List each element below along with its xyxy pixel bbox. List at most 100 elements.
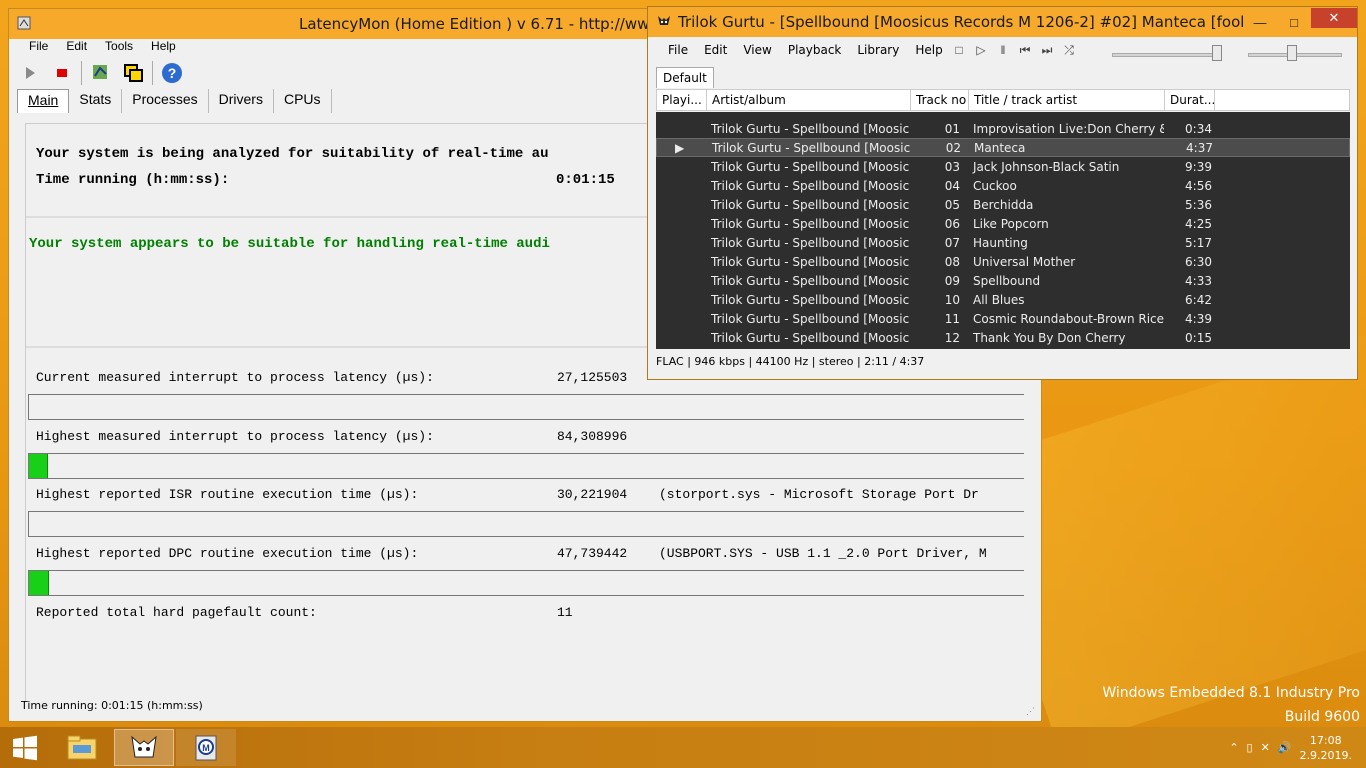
track-duration: 4:56 <box>1185 178 1212 193</box>
report-icon[interactable] <box>88 61 114 85</box>
column-title[interactable]: Title / track artist <box>969 90 1165 110</box>
track-title: Berchidda <box>973 197 1034 212</box>
tab-cpus[interactable]: CPUs <box>274 89 332 113</box>
help-icon[interactable]: ? <box>159 61 185 85</box>
playlist-row[interactable]: Trilok Gurtu - Spellbound [Moosic... 04 Cu… <box>656 176 1350 195</box>
clock-date: 2.9.2019. <box>1299 748 1352 762</box>
tab-strip: Main Stats Processes Drivers CPUs <box>17 89 332 113</box>
svg-text:?: ? <box>168 65 177 81</box>
svg-text:M: M <box>202 743 210 753</box>
menu-tools[interactable]: Tools <box>91 39 137 55</box>
suitable-text: Your system appears to be suitable for h… <box>29 236 550 252</box>
track-artist-album: Trilok Gurtu - Spellbound [Moosic... <box>712 140 911 155</box>
seek-thumb[interactable] <box>1287 45 1298 61</box>
metric-value: 47,739442 <box>557 546 628 561</box>
play-icon[interactable]: ▷ <box>972 41 990 59</box>
foobar-titlebar[interactable]: Trilok Gurtu - [Spellbound [Moosicus Rec… <box>648 7 1357 37</box>
minimize-icon[interactable]: — <box>1243 11 1277 33</box>
previous-icon[interactable]: ⏮ <box>1016 41 1034 59</box>
foobar-taskbar-icon[interactable] <box>114 729 174 766</box>
menu-edit[interactable]: Edit <box>52 39 91 55</box>
playlist-row[interactable]: Trilok Gurtu - Spellbound [Moosic... 05 Be… <box>656 195 1350 214</box>
clock[interactable]: 17:08 2.9.2019. <box>1300 733 1352 763</box>
track-duration: 4:37 <box>1186 140 1213 155</box>
track-artist-album: Trilok Gurtu - Spellbound [Moosic... <box>711 292 910 307</box>
track-title: Jack Johnson-Black Satin <box>973 159 1120 174</box>
latencymon-taskbar-icon[interactable]: M <box>176 729 236 766</box>
latency-bar <box>28 453 1024 479</box>
tab-processes[interactable]: Processes <box>122 89 209 113</box>
track-number: 09 <box>944 273 960 288</box>
track-artist-album: Trilok Gurtu - Spellbound [Moosic... <box>711 121 910 136</box>
playlist-row[interactable]: Trilok Gurtu - Spellbound [Moosic... 03 Ja… <box>656 157 1350 176</box>
foobar-app-icon <box>648 13 676 32</box>
foobar-status-bar: FLAC | 946 kbps | 44100 Hz | stereo | 2:… <box>656 355 925 368</box>
stop-icon[interactable] <box>49 61 75 85</box>
playlist-row[interactable]: Trilok Gurtu - Spellbound [Moosic... 08 Un… <box>656 252 1350 271</box>
playlist-row[interactable]: Trilok Gurtu - Spellbound [Moosic... 11 Co… <box>656 309 1350 328</box>
menu-view[interactable]: View <box>735 41 779 59</box>
playlist: Trilok Gurtu - Spellbound [Moosic... 01 Im… <box>656 112 1350 349</box>
maximize-icon[interactable]: □ <box>1277 11 1311 33</box>
track-title: Cosmic Roundabout-Brown Rice <box>973 311 1164 326</box>
menu-file[interactable]: File <box>660 41 696 59</box>
network-icon[interactable]: ✕ <box>1261 741 1270 754</box>
menu-help[interactable]: Help <box>907 41 950 59</box>
tab-main[interactable]: Main <box>17 89 70 113</box>
metric-label: Highest reported DPC routine execution t… <box>36 546 419 561</box>
battery-icon[interactable]: ▯ <box>1247 741 1253 754</box>
track-title: Universal Mother <box>973 254 1076 269</box>
track-number: 04 <box>944 178 960 193</box>
volume-thumb[interactable] <box>1211 45 1222 61</box>
file-explorer-icon[interactable] <box>52 729 112 766</box>
playlist-row[interactable]: Trilok Gurtu - Spellbound [Moosic... 07 Ha… <box>656 233 1350 252</box>
track-duration: 9:39 <box>1185 159 1212 174</box>
tab-drivers[interactable]: Drivers <box>209 89 274 113</box>
playlist-row[interactable]: Trilok Gurtu - Spellbound [Moosic... 01 Im… <box>656 119 1350 138</box>
menu-file[interactable]: File <box>15 39 52 55</box>
tab-stats[interactable]: Stats <box>69 89 123 113</box>
pause-icon[interactable]: ‖ <box>994 41 1012 59</box>
volume-slider[interactable] <box>1112 53 1222 57</box>
volume-icon[interactable]: 🔊 <box>1278 741 1292 754</box>
watermark-edition: Windows Embedded 8.1 Industry Pro <box>1102 685 1360 701</box>
stop-icon[interactable]: □ <box>950 41 968 59</box>
latency-bar <box>28 570 1024 596</box>
column-track-no[interactable]: Track no <box>911 90 969 110</box>
playlist-row[interactable]: Trilok Gurtu - Spellbound [Moosic... 10 Al… <box>656 290 1350 309</box>
analyzing-text: Your system is being analyzed for suitab… <box>36 146 549 162</box>
track-artist-album: Trilok Gurtu - Spellbound [Moosic... <box>711 330 910 345</box>
playlist-row[interactable]: Trilok Gurtu - Spellbound [Moosic... 09 Sp… <box>656 271 1350 290</box>
toolbar: ? <box>17 59 185 87</box>
menu-playback[interactable]: Playback <box>780 41 850 59</box>
column-playing[interactable]: Playi... <box>657 90 707 110</box>
resize-grip-icon[interactable]: ⋰ <box>1026 706 1035 717</box>
track-duration: 6:30 <box>1185 254 1212 269</box>
metric-value: 27,125503 <box>557 370 628 385</box>
menu-bar: File Edit Tools Help <box>15 39 180 55</box>
random-icon[interactable]: ⤮ <box>1060 41 1078 59</box>
menu-help[interactable]: Help <box>137 39 180 55</box>
latency-bar-fill <box>29 454 48 478</box>
menu-library[interactable]: Library <box>849 41 907 59</box>
close-icon[interactable]: ✕ <box>1311 8 1357 28</box>
latency-bar <box>28 394 1024 420</box>
playlist-row[interactable]: Trilok Gurtu - Spellbound [Moosic... 12 Th… <box>656 328 1350 347</box>
playlist-row[interactable]: Trilok Gurtu - Spellbound [Moosic... 06 Li… <box>656 214 1350 233</box>
column-artist-album[interactable]: Artist/album <box>707 90 911 110</box>
playlist-tab-default[interactable]: Default <box>656 67 714 88</box>
windows-icon[interactable] <box>120 61 146 85</box>
track-duration: 0:15 <box>1185 330 1212 345</box>
start-icon[interactable] <box>0 729 50 766</box>
track-number: 07 <box>944 235 960 250</box>
track-title: All Blues <box>973 292 1025 307</box>
show-hidden-icons-icon[interactable]: ⌃ <box>1229 741 1238 754</box>
playlist-row[interactable]: ▶ Trilok Gurtu - Spellbound [Moosic... 02 M… <box>656 138 1350 157</box>
column-duration[interactable]: Durat... <box>1165 90 1215 110</box>
next-icon[interactable]: ⏭ <box>1038 41 1056 59</box>
track-duration: 4:39 <box>1185 311 1212 326</box>
track-artist-album: Trilok Gurtu - Spellbound [Moosic... <box>711 178 910 193</box>
menu-edit[interactable]: Edit <box>696 41 735 59</box>
play-icon[interactable] <box>17 61 43 85</box>
metric-value: 30,221904 <box>557 487 628 502</box>
